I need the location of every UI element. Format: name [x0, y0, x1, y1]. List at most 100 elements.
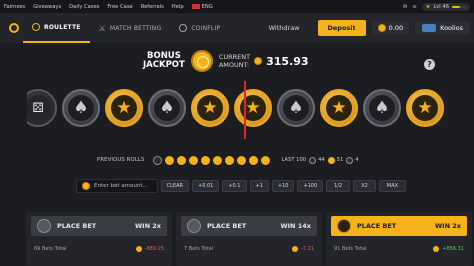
balance-display: 0.00 [371, 21, 410, 35]
place-bet-label: PLACE BET [357, 222, 397, 230]
star-emblem-icon: ★ [412, 95, 438, 121]
bet-chip-001-button[interactable]: +0.01 [192, 180, 220, 192]
level-progress [452, 5, 466, 8]
coin-icon [179, 24, 188, 32]
dice-count-value: 4 [355, 157, 359, 163]
star-emblem-icon: ★ [326, 95, 352, 121]
panel-amount-value: -889.25 [144, 246, 164, 252]
bet-chip-max-button[interactable]: MAX [378, 180, 406, 192]
coin-icon [292, 246, 299, 252]
gold-roll-dot [225, 155, 235, 165]
username: Koolios [440, 24, 463, 32]
roulette-slot-gray: ♠ [363, 89, 401, 127]
ct-emblem-icon: ♠ [154, 95, 180, 121]
gold-roll-dot [213, 155, 223, 165]
gold-roll-dot [189, 155, 199, 165]
panel-amount-value: +856.31 [442, 246, 464, 252]
link-daily-cases[interactable]: Daily Cases [69, 4, 99, 10]
roll-marker [244, 81, 246, 139]
previous-rolls: PREVIOUS ROLLS LAST 100 44 51 4 [97, 153, 397, 167]
gold-roll-dot [249, 155, 259, 165]
bet-placeholder: Enter bet amount... [94, 183, 148, 189]
panel-amount: +856.31 [433, 246, 464, 252]
coin-icon [135, 246, 142, 252]
bet-chip-100-button[interactable]: +100 [297, 180, 324, 192]
bet-chip-01-button[interactable]: +0.1 [222, 180, 247, 192]
dice-icon: ⚄ [27, 95, 51, 121]
current-line1: CURRENT [218, 53, 251, 61]
bet-amount-input[interactable]: Enter bet amount... [76, 179, 158, 193]
bonus-jackpot: BONUS JACKPOT CURRENT AMOUNT: 315.93 [143, 47, 331, 75]
deposit-button[interactable]: Deposit [317, 20, 366, 36]
link-free-case[interactable]: Free Case [107, 4, 132, 10]
tab-label: ROULETTE [44, 23, 81, 31]
link-referrals[interactable]: Referrals [141, 4, 164, 10]
link-fairness[interactable]: Fairness [4, 4, 25, 10]
tab-match-betting[interactable]: ⚔ MATCH BETTING [90, 13, 171, 43]
panel-footer: 69 Bets Total -889.25 [26, 246, 172, 252]
site-logo[interactable] [9, 23, 19, 33]
notification-icon[interactable]: ✉ [403, 4, 407, 10]
previous-rolls-label: PREVIOUS ROLLS [97, 157, 145, 163]
place-bet-button[interactable]: PLACE BET WIN 14x [181, 216, 317, 236]
panel-footer: 91 Bets Total +856.31 [326, 246, 472, 252]
roulette-slot-gray: ♠ [148, 89, 186, 127]
bets-total: 69 Bets Total [34, 246, 67, 252]
ct-emblem-icon: ♠ [283, 95, 309, 121]
current-amount-label: CURRENT AMOUNT: [219, 53, 250, 69]
last-100-label: LAST 100 [281, 157, 307, 163]
bet-chip-10-button[interactable]: +10 [271, 180, 295, 192]
level-label: Lvl 46 [433, 3, 449, 10]
roulette-slot-gray: ♠ [277, 89, 315, 127]
silver-icon [309, 156, 317, 164]
silver-count: 44 [309, 156, 325, 164]
panel-amount-value: -7.21 [301, 246, 314, 252]
team-emblem-icon [187, 219, 201, 233]
main-nav: ROULETTE ⚔ MATCH BETTING COINFLIP Withdr… [0, 13, 474, 43]
panel-footer: 7 Bets Total -7.21 [176, 246, 322, 252]
dice-icon [346, 156, 354, 164]
bet-chip-12-button[interactable]: 1/2 [326, 180, 351, 192]
place-bet-button[interactable]: PLACE BET WIN 2x [331, 216, 467, 236]
place-bet-label: PLACE BET [57, 222, 97, 230]
gold-roll-dot [261, 155, 271, 165]
bet-chip-clear-button[interactable]: CLEAR [160, 180, 190, 192]
star-emblem-icon: ★ [197, 95, 223, 121]
win-multiplier: WIN 14x [280, 222, 311, 230]
panel-amount: -7.21 [292, 246, 314, 252]
roulette-slot-gold: ★ [234, 89, 272, 127]
silver-roll-dot [153, 155, 163, 165]
tab-coinflip[interactable]: COINFLIP [170, 13, 229, 43]
gold-roll-dot [201, 155, 211, 165]
roulette-slot-gold: ★ [320, 89, 358, 127]
gold-roll-dot [237, 155, 247, 165]
top-bar: Fairness Giveaways Daily Cases Free Case… [0, 0, 474, 13]
tab-label: MATCH BETTING [109, 24, 162, 32]
coin-icon [254, 57, 263, 65]
ct-emblem-icon: ♠ [68, 95, 94, 121]
roulette-icon [32, 23, 40, 31]
link-giveaways[interactable]: Giveaways [33, 4, 61, 10]
roulette-slot-gold: ★ [191, 89, 229, 127]
roulette-slot-gold: ★ [406, 89, 444, 127]
team-emblem-icon [337, 219, 351, 233]
coin-icon [377, 24, 386, 32]
tab-roulette[interactable]: ROULETTE [23, 13, 90, 43]
language-label: ENG [201, 3, 213, 10]
flag-icon [191, 4, 200, 9]
gold-icon [327, 156, 335, 164]
link-help[interactable]: Help [172, 4, 184, 10]
bet-chip-1-button[interactable]: +1 [249, 180, 269, 192]
bets-total: 7 Bets Total [184, 246, 214, 252]
user-menu[interactable]: Koolios [415, 21, 470, 35]
silver-count-value: 44 [318, 157, 325, 163]
help-icon[interactable]: ? [424, 59, 435, 70]
bet-panel-1: PLACE BET WIN 2x 69 Bets Total -889.25 [26, 212, 172, 266]
bet-controls: Enter bet amount... CLEAR +0.01 +0.1 +1 +10 +… [76, 179, 406, 193]
win-multiplier: WIN 2x [434, 222, 461, 230]
withdraw-link[interactable]: Withdraw [269, 24, 300, 32]
menu-icon[interactable]: ≡ [412, 4, 416, 10]
language-selector[interactable]: ENG [191, 3, 213, 10]
place-bet-button[interactable]: PLACE BET WIN 2x [31, 216, 167, 236]
bet-chip-x2-button[interactable]: X2 [353, 180, 376, 192]
